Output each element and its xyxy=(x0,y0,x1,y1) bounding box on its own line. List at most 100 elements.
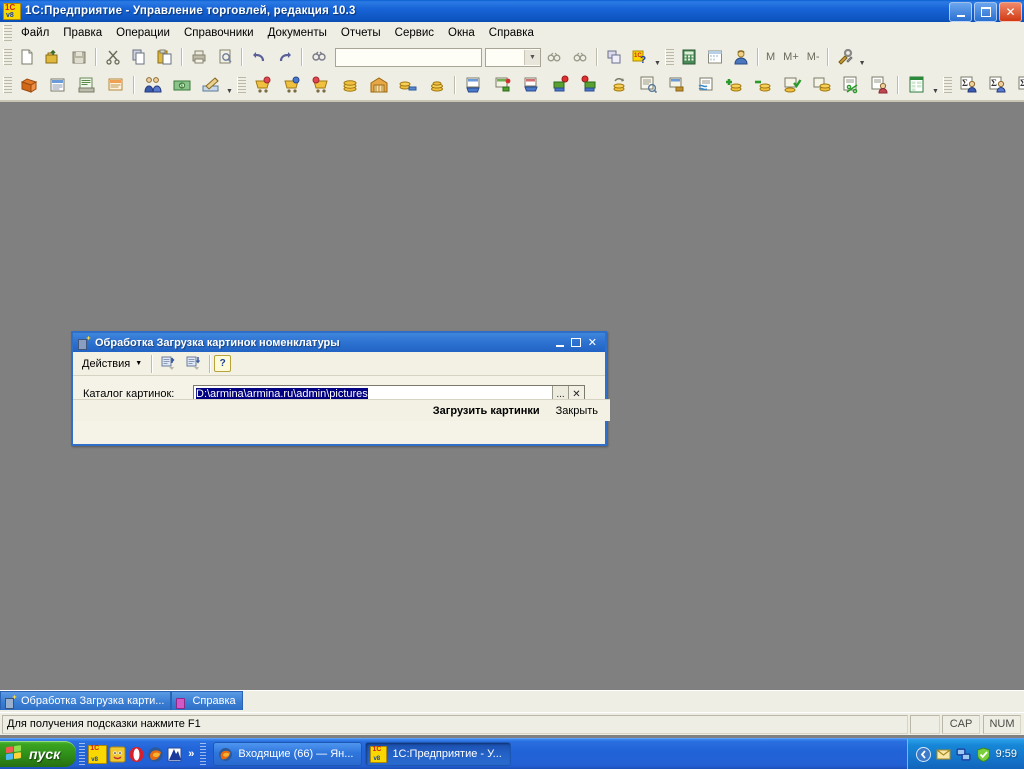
opera-icon[interactable] xyxy=(128,746,145,763)
menu-item-windows[interactable]: Окна xyxy=(441,25,482,41)
purchase-cart-icon[interactable] xyxy=(518,71,545,99)
open-folder-icon[interactable] xyxy=(41,45,65,69)
price-dropdown-caret-icon[interactable]: ▼ xyxy=(225,73,234,98)
payment-icon[interactable] xyxy=(394,71,421,99)
transfer-icon[interactable] xyxy=(663,71,690,99)
firefox-icon[interactable] xyxy=(147,746,164,763)
cash-money-icon[interactable]: $ xyxy=(168,71,195,99)
menu-item-reports[interactable]: Отчеты xyxy=(334,25,388,41)
settings-tools-icon[interactable] xyxy=(833,45,857,69)
copy-icon[interactable] xyxy=(127,45,151,69)
mdi-tab-processing[interactable]: Обработка Загрузка карти... xyxy=(0,691,171,710)
new-document-icon[interactable] xyxy=(15,45,39,69)
redo-icon[interactable] xyxy=(273,45,297,69)
invoice-icon[interactable] xyxy=(44,71,71,99)
partners-icon[interactable] xyxy=(139,71,166,99)
toolbar2-gripper-3[interactable] xyxy=(943,77,952,93)
window-copy-icon[interactable] xyxy=(602,45,626,69)
print-icon[interactable] xyxy=(187,45,211,69)
paste-icon[interactable] xyxy=(153,45,177,69)
mdi-tab-help[interactable]: Справка xyxy=(171,691,242,710)
toolbar1-gripper-2[interactable] xyxy=(665,49,674,65)
undo-icon[interactable] xyxy=(247,45,271,69)
coins-icon[interactable] xyxy=(336,71,363,99)
start-button[interactable]: пуск xyxy=(0,741,76,767)
buyer-cart-icon[interactable] xyxy=(249,71,276,99)
close-dialog-button[interactable]: Закрыть xyxy=(549,402,605,420)
report-doc-icon[interactable] xyxy=(634,71,661,99)
percent-doc-icon[interactable] xyxy=(837,71,864,99)
find-prev-icon[interactable] xyxy=(568,45,592,69)
dialog-minimize-button[interactable] xyxy=(556,339,564,347)
menu-gripper[interactable] xyxy=(3,25,12,41)
user-icon[interactable] xyxy=(729,45,753,69)
find-icon[interactable] xyxy=(307,45,331,69)
report-sum-gray-icon[interactable]: Σ xyxy=(1013,71,1024,99)
help-dropdown-caret-icon[interactable]: ▼ xyxy=(653,45,662,70)
filter-combo[interactable]: ▼ xyxy=(485,48,541,67)
quicklaunch-gripper[interactable] xyxy=(79,743,85,765)
currency-icon[interactable] xyxy=(692,71,719,99)
toolbar2-gripper[interactable] xyxy=(3,77,12,93)
tools-dropdown-caret-icon[interactable]: ▼ xyxy=(858,45,867,70)
remove-coins-icon[interactable] xyxy=(750,71,777,99)
save-icon[interactable] xyxy=(67,45,91,69)
actions-menu-button[interactable]: Действия ▼ xyxy=(76,354,148,374)
help-button[interactable]: ? xyxy=(214,355,231,372)
load-pictures-button[interactable]: Загрузить картинки xyxy=(426,402,547,420)
1c-v8-icon[interactable] xyxy=(88,745,107,764)
menu-item-service[interactable]: Сервис xyxy=(388,25,441,41)
report-sum-user-icon[interactable]: Σ xyxy=(984,71,1011,99)
toolbar2-gripper-2[interactable] xyxy=(237,77,246,93)
calendar-icon[interactable] xyxy=(703,45,727,69)
user-doc-icon[interactable] xyxy=(866,71,893,99)
clock[interactable]: 9:59 xyxy=(996,748,1017,760)
print-doc-icon[interactable] xyxy=(73,71,100,99)
close-button[interactable]: ✕ xyxy=(999,2,1022,22)
app-yellow-icon[interactable] xyxy=(109,746,126,763)
return-cart-icon[interactable] xyxy=(307,71,334,99)
balance-icon[interactable] xyxy=(808,71,835,99)
order-doc-icon[interactable] xyxy=(102,71,129,99)
toolbar2-overflow-caret-icon[interactable]: ▼ xyxy=(931,73,940,98)
security-shield-icon[interactable] xyxy=(976,747,991,762)
network-icon[interactable] xyxy=(956,747,971,762)
report-sum-blue-icon[interactable]: Σ xyxy=(955,71,982,99)
save-record-icon[interactable] xyxy=(182,353,205,374)
mail-icon[interactable] xyxy=(936,747,951,762)
quicklaunch-overflow-icon[interactable]: » xyxy=(185,748,197,760)
sale-cart-icon[interactable] xyxy=(278,71,305,99)
check-coins-icon[interactable] xyxy=(779,71,806,99)
add-coins-icon[interactable] xyxy=(721,71,748,99)
coins-cycle-icon[interactable] xyxy=(605,71,632,99)
show-hidden-icons-icon[interactable] xyxy=(916,747,931,762)
menu-item-catalogs[interactable]: Справочники xyxy=(177,25,261,41)
coin-stack-icon[interactable] xyxy=(423,71,450,99)
receipt-green-icon[interactable] xyxy=(489,71,516,99)
delivery-red-icon[interactable] xyxy=(547,71,574,99)
goods-box-icon[interactable] xyxy=(15,71,42,99)
menu-item-help[interactable]: Справка xyxy=(482,25,541,41)
price-edit-icon[interactable] xyxy=(197,71,224,99)
task-button-firefox[interactable]: Входящие (66) — Ян... xyxy=(213,742,362,766)
shipment-red-icon[interactable] xyxy=(576,71,603,99)
menu-item-file[interactable]: Файл xyxy=(14,25,56,41)
save-and-close-icon[interactable] xyxy=(157,353,180,374)
menu-item-documents[interactable]: Документы xyxy=(261,25,334,41)
chevron-down-icon[interactable]: ▼ xyxy=(524,50,540,65)
warehouse-icon[interactable] xyxy=(365,71,392,99)
print-preview-icon[interactable] xyxy=(213,45,237,69)
dialog-maximize-button[interactable] xyxy=(571,338,581,347)
memory-subtract-button[interactable]: M- xyxy=(803,51,824,63)
memory-recall-button[interactable]: M xyxy=(762,51,779,63)
tasks-gripper[interactable] xyxy=(200,743,206,765)
menu-item-edit[interactable]: Правка xyxy=(56,25,109,41)
help-1c-icon[interactable]: 1C? xyxy=(628,45,652,69)
menu-item-operations[interactable]: Операции xyxy=(109,25,177,41)
find-next-icon[interactable] xyxy=(542,45,566,69)
calculator-icon[interactable] xyxy=(677,45,701,69)
task-button-1c[interactable]: 1C:Предприятие - У... xyxy=(365,742,510,766)
excel-icon[interactable] xyxy=(903,71,930,99)
blue-doc-icon[interactable] xyxy=(166,746,183,763)
dialog-close-button[interactable]: ✕ xyxy=(588,338,597,348)
